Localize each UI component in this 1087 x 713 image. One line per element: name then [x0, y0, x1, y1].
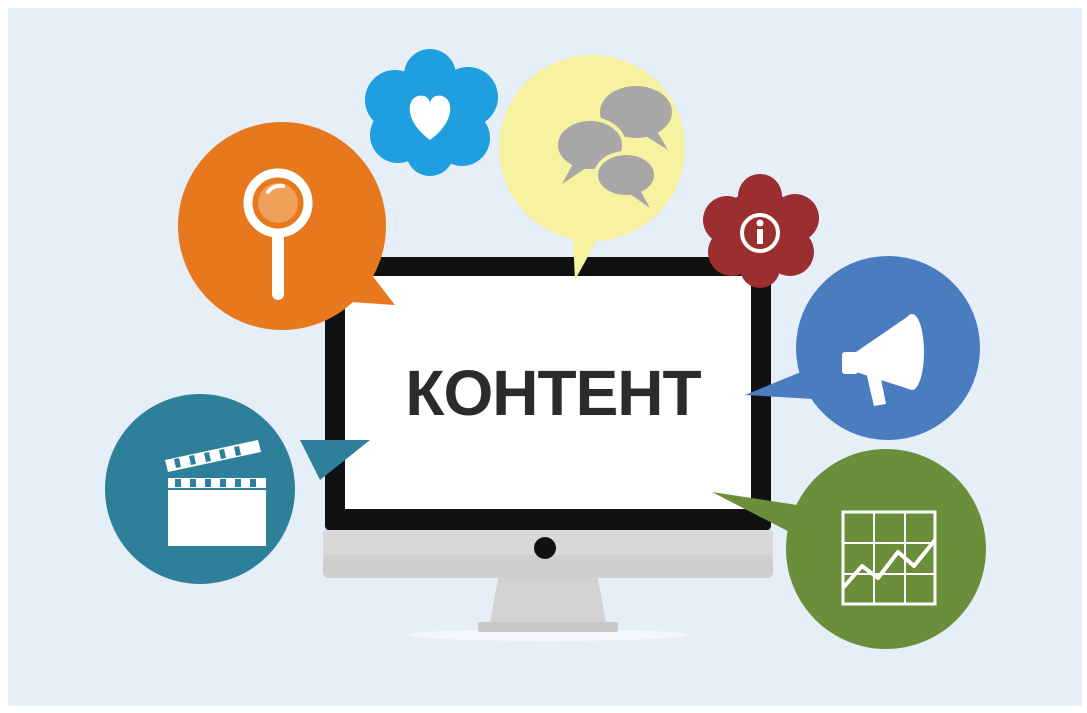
- comments-bubble: [499, 55, 685, 280]
- favorite-bubble: [365, 49, 498, 176]
- announce-bubble: [745, 256, 980, 440]
- search-bubble: [178, 122, 395, 330]
- monitor-title: КОНТЕНТ: [405, 357, 701, 429]
- power-button: [534, 537, 556, 559]
- info-bubble: [703, 174, 819, 288]
- monitor-base: [478, 622, 618, 632]
- monitor: [323, 257, 773, 632]
- monitor-stand: [490, 578, 606, 623]
